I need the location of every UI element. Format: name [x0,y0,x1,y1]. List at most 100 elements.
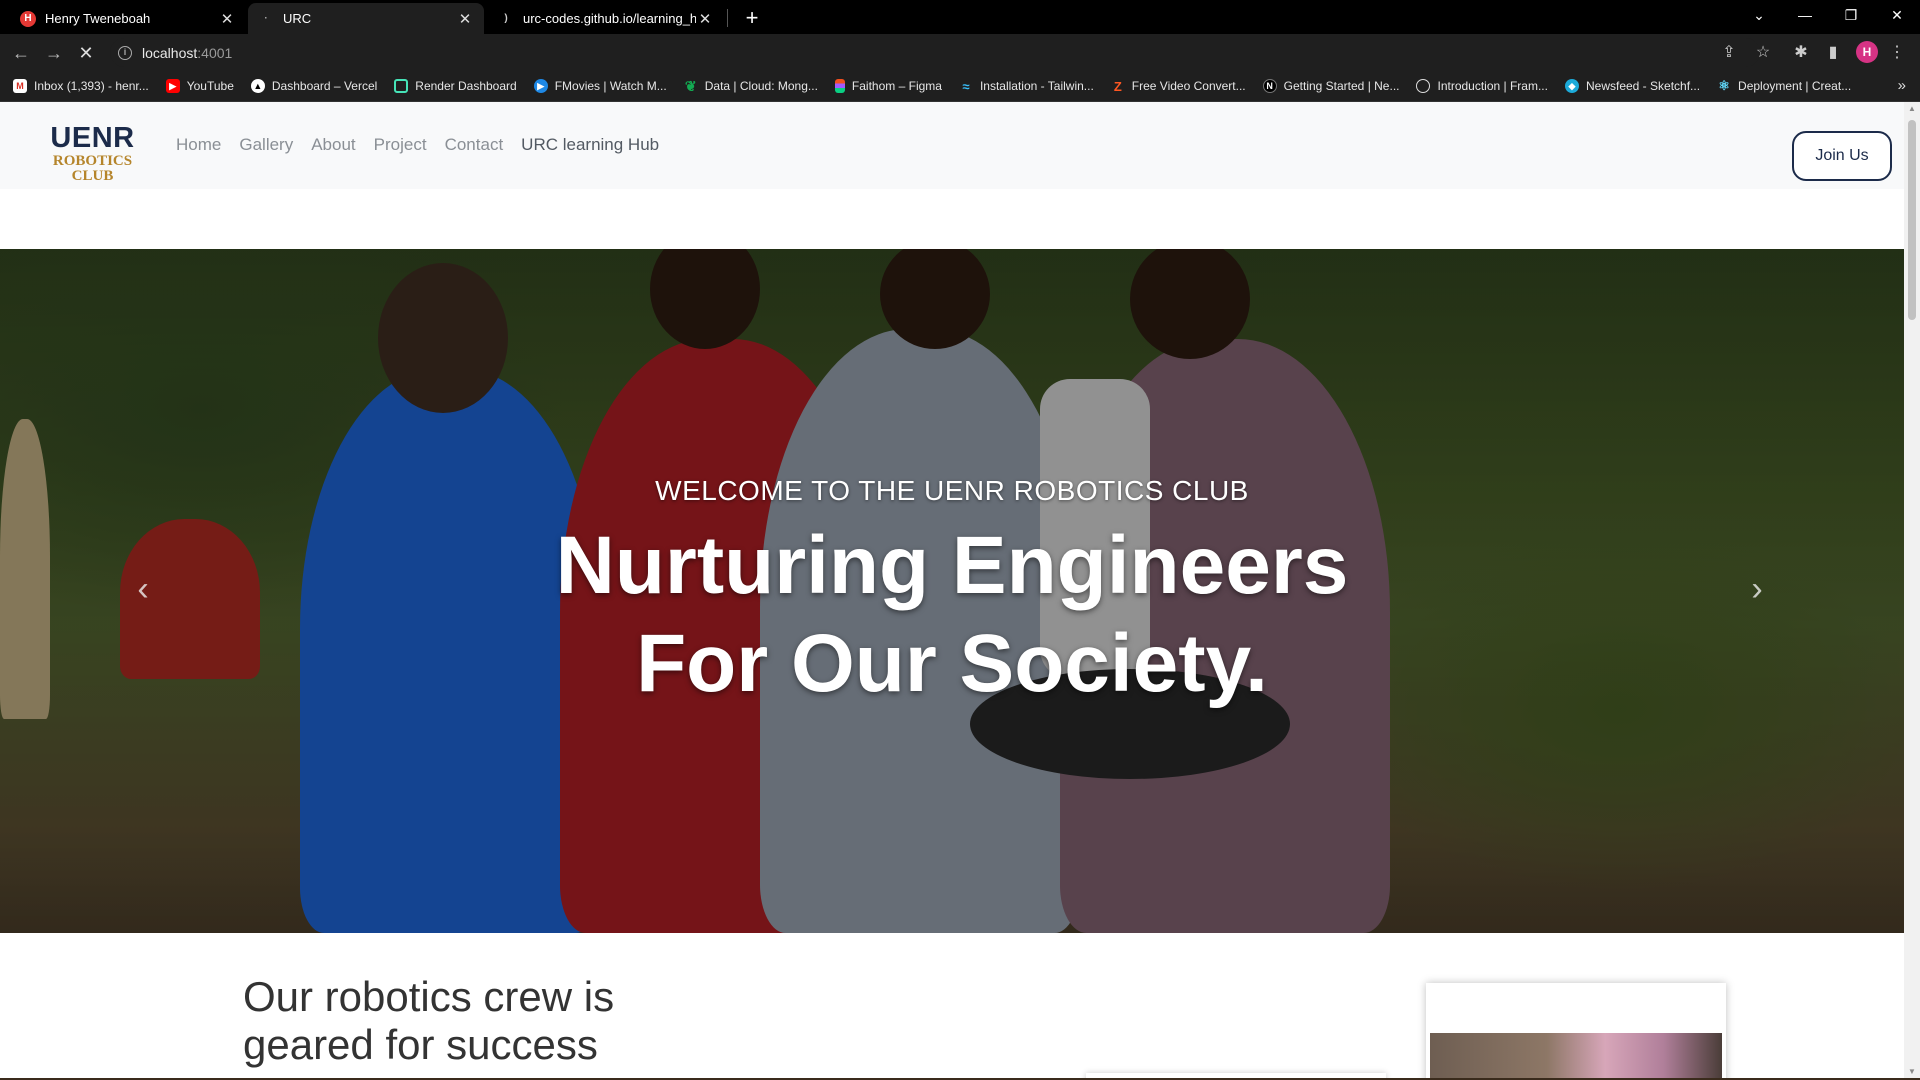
bookmark-youtube[interactable]: ▶ YouTube [165,79,234,93]
hero-kicker: WELCOME TO THE UENR ROBOTICS CLUB [655,475,1249,506]
bookmark-label: Getting Started | Ne... [1283,79,1400,93]
share-icon[interactable]: ⇪ [1718,42,1740,64]
site-header: UENR ROBOTICS CLUB Home Gallery About Pr… [0,102,1904,189]
bookmark-fmovies[interactable]: ▶ FMovies | Watch M... [533,79,667,93]
scroll-up-icon[interactable]: ▲ [1904,104,1920,113]
nav-project[interactable]: Project [374,135,427,155]
bookmark-vercel[interactable]: ▲ Dashboard – Vercel [250,79,378,93]
gmail-icon: M [13,79,27,93]
tab-henry-tweneboah[interactable]: H Henry Tweneboah ✕ [10,3,246,34]
extensions-icon[interactable]: ✱ [1790,42,1812,64]
bookmark-label: Introduction | Fram... [1437,79,1548,93]
tab-title: URC [283,11,312,26]
fmovies-icon: ▶ [533,79,548,93]
url-port: :4001 [197,44,233,61]
bookmark-figma[interactable]: Faithom – Figma [834,79,942,93]
tab-title: Henry Tweneboah [45,11,151,26]
bookmark-label: Inbox (1,393) - henr... [34,79,149,93]
bookmark-label: Render Dashboard [415,79,517,93]
logo-wordmark: UENR [50,122,135,154]
tab-favicon-icon: ) [504,13,508,24]
nav-learning-hub[interactable]: URC learning Hub [521,135,659,155]
globe-icon [1416,79,1431,93]
tab-title: urc-codes.github.io/learning_hub [523,11,696,26]
photo-card-image [1430,1033,1722,1078]
tab-favicon-icon: H [20,10,36,27]
hero-headline: Nurturing Engineers For Our Society. [0,517,1904,713]
tab-urc[interactable]: · URC ✕ [248,3,484,34]
bookmark-label: Installation - Tailwin... [979,79,1094,93]
youtube-icon: ▶ [165,79,180,93]
bookmark-label: Deployment | Creat... [1738,79,1852,93]
forward-icon[interactable]: → [40,39,68,67]
bookmarks-overflow-icon[interactable]: » [1898,77,1906,94]
tailwind-icon: ≈ [962,78,970,94]
stop-loading-icon[interactable]: ✕ [72,39,100,67]
bookmark-tailwind[interactable]: ≈ Installation - Tailwin... [959,78,1094,94]
bookmark-label: YouTube [186,79,234,93]
main-nav: Home Gallery About Project Contact URC l… [176,135,677,155]
bookmark-label: Free Video Convert... [1131,79,1246,93]
scrollbar-thumb[interactable] [1908,120,1916,320]
bookmark-sketchfab[interactable]: ◆ Newsfeed - Sketchf... [1564,79,1701,93]
tab-search-icon[interactable]: ⌄ [1736,0,1782,30]
react-icon: ⚛ [1718,78,1730,93]
scroll-down-icon[interactable]: ▼ [1904,1067,1920,1076]
address-url: localhost:4001 [142,45,232,61]
back-icon[interactable]: ← [7,39,35,67]
page-viewport: UENR ROBOTICS CLUB Home Gallery About Pr… [0,102,1904,1078]
mongodb-leaf-icon: ❦ [684,77,697,94]
hero-carousel: WELCOME TO THE UENR ROBOTICS CLUB Nurtur… [0,249,1904,933]
crew-heading: Our robotics crew is geared for success [243,973,743,1069]
bookmark-star-icon[interactable]: ☆ [1752,42,1774,64]
bookmark-video-converter[interactable]: Z Free Video Convert... [1111,79,1246,94]
photo-card [1426,983,1726,1078]
browser-tab-bar: H Henry Tweneboah ✕ · URC ✕ ) urc-codes.… [0,0,1920,34]
bookmark-deployment[interactable]: ⚛ Deployment | Creat... [1717,78,1852,93]
bookmark-label: Data | Cloud: Mong... [704,79,818,93]
profile-avatar[interactable]: H [1856,41,1878,63]
address-bar[interactable]: i localhost:4001 [110,38,1760,67]
new-tab-icon[interactable]: + [738,4,766,32]
nav-gallery[interactable]: Gallery [239,135,293,155]
window-close-icon[interactable]: ✕ [1874,0,1920,30]
nav-about[interactable]: About [311,135,355,155]
bookmark-render[interactable]: Render Dashboard [394,79,517,93]
url-host: localhost [142,44,198,61]
tab-learning-hub[interactable]: ) urc-codes.github.io/learning_hub ✕ [488,3,724,34]
nav-home[interactable]: Home [176,135,221,155]
browser-toolbar: ← → ✕ i localhost:4001 ⇪ ☆ ✱ ▮ ⋮ [0,34,1920,71]
bookmark-label: Newsfeed - Sketchf... [1585,79,1701,93]
crew-heading-line2: geared for success [243,1021,598,1068]
join-us-button[interactable]: Join Us [1792,131,1892,181]
nextjs-icon: N [1262,79,1277,93]
bookmark-framer[interactable]: Introduction | Fram... [1416,79,1548,93]
carousel-next-icon[interactable]: › [1742,569,1772,609]
side-panel-icon[interactable]: ▮ [1822,42,1844,64]
loading-icon: · [264,13,268,24]
close-icon[interactable]: ✕ [218,10,236,28]
site-logo[interactable]: UENR ROBOTICS CLUB [35,124,150,184]
page-scrollbar[interactable]: ▲ ▼ [1904,102,1920,1078]
bookmark-mongodb[interactable]: ❦ Data | Cloud: Mong... [684,77,818,94]
bookmark-gmail[interactable]: M Inbox (1,393) - henr... [13,79,149,93]
crew-heading-line1: Our robotics crew is [243,973,615,1020]
render-icon [394,79,409,93]
crew-section: Our robotics crew is geared for success [0,933,1904,1078]
bookmarks-bar: M Inbox (1,393) - henr... ▶ YouTube ▲ Dashb… [0,71,1920,102]
bookmark-label: Dashboard – Vercel [271,79,378,93]
close-icon[interactable]: ✕ [456,10,474,28]
carousel-prev-icon[interactable]: ‹ [128,569,158,609]
minimize-icon[interactable]: — [1782,0,1828,30]
sketchfab-icon: ◆ [1564,79,1579,93]
menu-kebab-icon[interactable]: ⋮ [1886,42,1908,64]
vercel-icon: ▲ [250,79,265,93]
restore-icon[interactable]: ❐ [1828,0,1874,30]
figma-icon [834,79,845,93]
hero-headline-line2: For Our Society. [636,618,1268,709]
nav-contact[interactable]: Contact [445,135,504,155]
bookmark-nextjs[interactable]: N Getting Started | Ne... [1262,79,1400,93]
site-info-icon[interactable]: i [118,45,132,60]
bookmark-label: Faithom – Figma [851,79,942,93]
close-icon[interactable]: ✕ [696,10,714,28]
